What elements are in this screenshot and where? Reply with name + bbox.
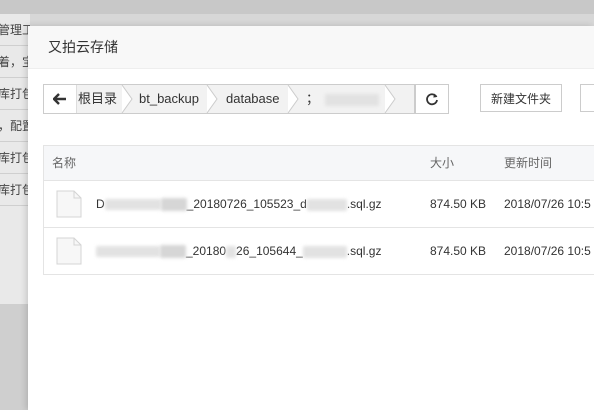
background-row-text: 库打包: [0, 87, 30, 101]
chevron-right-icon: [206, 85, 218, 113]
redacted-blur: [325, 93, 380, 106]
file-name[interactable]: D _20180726_105523_d .sql.gz: [96, 181, 382, 227]
file-icon: [56, 190, 82, 218]
back-button[interactable]: [44, 85, 77, 113]
new-folder-button[interactable]: 新建文件夹: [480, 84, 562, 112]
file-icon: [56, 237, 82, 265]
table-header: 名称 大小 更新时间: [44, 146, 594, 181]
redacted-blur: [226, 245, 237, 258]
file-size: 874.50 KB: [430, 197, 487, 211]
more-button[interactable]: [580, 84, 594, 112]
background-list: 管理工 着，宝 库打包 ，配置 库打包 库打包: [0, 14, 30, 304]
background-row: 库打包: [0, 174, 30, 206]
background-row: ，配置: [0, 110, 30, 142]
background-row-text: 库打包: [0, 151, 30, 165]
storage-dialog: 又拍云存储 根目录 bt_backup database ； 新建文件夹 名称 …: [28, 26, 594, 410]
background-row-text: 管理工: [0, 23, 30, 37]
file-name[interactable]: _20180 26_105644_ .sql.gz: [96, 228, 381, 274]
column-modified[interactable]: 更新时间: [504, 146, 552, 180]
breadcrumb-database[interactable]: database: [226, 85, 280, 113]
file-name-part: .sql.gz: [346, 197, 382, 211]
file-name-part: 0726_105523_d: [220, 197, 307, 211]
dialog-title: 又拍云存储: [48, 39, 118, 55]
background-row-text: 库打包: [0, 183, 30, 197]
refresh-button[interactable]: [415, 84, 449, 114]
background-topbar: [0, 0, 594, 14]
chevron-right-icon: [287, 85, 299, 113]
breadcrumb-current-text: ；: [306, 91, 320, 106]
background-row: 管理工: [0, 14, 30, 46]
file-name-part: _2018: [186, 197, 221, 211]
table-row[interactable]: D _20180726_105523_d .sql.gz 874.50 KB 201…: [44, 181, 594, 228]
table-row[interactable]: _20180 26_105644_ .sql.gz 874.50 KB 2018/0…: [44, 228, 594, 274]
file-table: 名称 大小 更新时间 D _20180726_105523_d .sql.gz 87…: [43, 145, 594, 275]
background-lower: [0, 304, 30, 410]
background-row: 库打包: [0, 142, 30, 174]
column-size[interactable]: 大小: [430, 146, 454, 180]
background-row: 库打包: [0, 78, 30, 110]
path-bar: 根目录 bt_backup database ；: [43, 84, 415, 114]
file-name-part: .sql.gz: [346, 244, 382, 258]
file-size: 874.50 KB: [430, 244, 487, 258]
redacted-blur: [160, 198, 187, 212]
refresh-icon: [426, 93, 438, 106]
file-modified: 2018/07/26 10:5: [504, 197, 591, 211]
file-name-part: D: [96, 197, 105, 211]
file-modified: 2018/07/26 10:5: [504, 244, 591, 258]
column-name[interactable]: 名称: [52, 146, 76, 180]
file-name-part: 26_105644_: [236, 244, 303, 258]
background-row-text: ，配置: [0, 119, 30, 133]
redacted-blur: [96, 246, 160, 258]
breadcrumb-root[interactable]: 根目录: [78, 85, 117, 113]
redacted-blur: [160, 245, 186, 259]
redacted-blur: [104, 199, 161, 211]
redacted-blur: [302, 245, 347, 258]
background-row-text: 着，宝: [0, 55, 30, 69]
chevron-right-icon: [121, 85, 133, 113]
arrow-left-icon: [53, 93, 66, 105]
redacted-blur: [306, 198, 347, 211]
breadcrumb-current[interactable]: ；: [306, 85, 380, 113]
breadcrumb-bt-backup[interactable]: bt_backup: [139, 85, 199, 113]
file-name-part: _20180: [186, 244, 227, 258]
chevron-right-icon: [384, 85, 396, 113]
background-row: 着，宝: [0, 46, 30, 78]
dialog-header: 又拍云存储: [28, 26, 594, 69]
